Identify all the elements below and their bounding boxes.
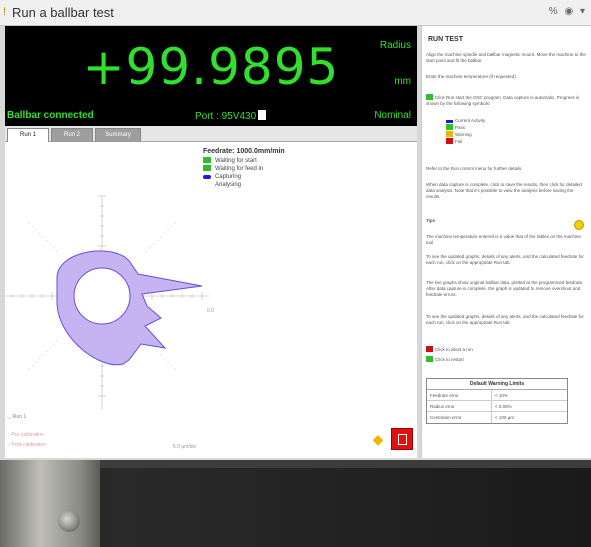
panel-paragraph: To see the updated graphs, details of an…	[426, 314, 584, 325]
fail-icon	[446, 138, 453, 144]
legend-item-label: Analysing	[215, 182, 242, 188]
current-activity-icon	[446, 120, 453, 123]
symbol-row: Fail	[446, 138, 566, 145]
error-trace-inner	[73, 267, 131, 325]
limit-value: < 100 µm	[495, 415, 514, 420]
post-calibration-legend[interactable]: ○ Post-calibration	[7, 442, 46, 448]
readout-mode-label: Radius	[379, 40, 411, 51]
machine-post	[0, 460, 100, 547]
symbol-row: Warning	[446, 131, 566, 138]
tips-heading: Tips	[426, 218, 436, 223]
capturing-icon	[203, 175, 211, 179]
panel-paragraph: The live graphs show original ballbar da…	[426, 280, 584, 297]
radius-readout: +99.9895	[82, 38, 340, 96]
limit-name: Centration error	[430, 415, 462, 420]
run-legend[interactable]: ◡ Run 1	[7, 414, 26, 420]
scale-label: 5.0 µm/div	[173, 444, 197, 450]
panel-title: RUN TEST	[428, 36, 463, 43]
restart-icon	[426, 356, 433, 362]
legend-item: Capturing	[203, 173, 323, 181]
window-title: Run a ballbar test	[12, 5, 114, 20]
symbol-label: Current Activity	[455, 118, 486, 123]
warning-icon: !	[3, 6, 7, 18]
symbol-label: Warning	[455, 132, 472, 137]
table-row: Centration error < 100 µm	[427, 412, 567, 423]
diagonal-gridline	[25, 339, 59, 373]
title-bar: ! Run a ballbar test % ◉ ▾	[0, 0, 591, 26]
warning-limits-table: Default Warning Limits Feedrate error < 1…	[426, 378, 568, 424]
diagonal-gridline	[145, 219, 179, 253]
panel-paragraph: The machine temperature entered is a val…	[426, 234, 581, 245]
stop-icon	[426, 346, 433, 352]
legend-item-label: Capturing	[215, 174, 242, 180]
help-panel: RUN TEST Align the machine spindle and b…	[421, 26, 591, 458]
table-row: Feedrate error < 10%	[427, 390, 567, 401]
monitor-bezel-photo	[0, 460, 591, 547]
port-label: Port : 95V430	[195, 111, 257, 122]
pre-calibration-legend[interactable]: ○ Pre-calibration	[7, 432, 44, 438]
run-legend-label: Run 1	[12, 414, 27, 420]
limits-title: Default Warning Limits	[427, 379, 567, 390]
abort-text: Click to abort a run	[435, 347, 473, 352]
panel-paragraph: Align the machine spindle and ballbar ma…	[426, 52, 586, 63]
legend-item: Waiting for feed in	[203, 165, 323, 173]
title-bar-controls: % ◉ ▾	[545, 6, 585, 17]
limit-name: Radius error	[430, 404, 455, 409]
legend-item-label: Waiting for start	[215, 158, 257, 164]
symbol-label: Pass	[455, 125, 466, 130]
screw-head	[58, 510, 80, 532]
panel-paragraph: Click Run start the CNC program. Data ca…	[426, 94, 586, 107]
port-indicator	[258, 110, 267, 120]
diagonal-gridline	[25, 219, 59, 253]
play-icon[interactable]: ◆	[369, 430, 387, 448]
panel-paragraph: Refer to the Run control menu for furthe…	[426, 166, 523, 171]
connection-status: Ballbar connected	[7, 110, 94, 121]
readout-unit-label: mm	[394, 76, 411, 87]
legend-item: Waiting for start	[203, 157, 323, 165]
run-icon	[426, 94, 433, 100]
svg-text:0.0: 0.0	[207, 308, 214, 314]
chevron-down-icon[interactable]: ▾	[580, 6, 585, 17]
post-calibration-label: Post-calibration	[11, 442, 46, 448]
status-green-icon	[203, 157, 211, 163]
panel-paragraph: When data capture is complete, click to …	[426, 182, 582, 199]
lightbulb-icon	[574, 220, 584, 230]
stop-button[interactable]	[391, 428, 413, 450]
panel-paragraph: Enter the machine temperature (if reques…	[426, 74, 518, 79]
warning-icon	[446, 131, 453, 137]
pre-calibration-label: Pre-calibration	[11, 432, 44, 438]
symbol-row: Pass	[446, 124, 566, 131]
percent-icon[interactable]: %	[549, 6, 558, 17]
table-row: Radius error < 0.05%	[427, 401, 567, 412]
feedrate-label: Feedrate: 1000.0mm/min	[203, 148, 285, 155]
panel-paragraph-text: Click Run start the CNC program. Data ca…	[426, 95, 580, 106]
pass-icon	[446, 124, 453, 130]
status-legend: Feedrate: 1000.0mm/min Waiting for start…	[203, 148, 323, 189]
port-status: Port : 95V430	[195, 110, 267, 122]
panel-paragraph: To see the updated graphs, details of an…	[426, 254, 584, 265]
symbol-label: Fail	[455, 139, 463, 144]
plot-area: Run 1 Run 2 Summary 0.0 Feedrate: 1000.0…	[5, 126, 417, 458]
legend-item-label: Waiting for feed in	[215, 166, 264, 172]
restart-instruction: Click to restart	[426, 356, 586, 363]
status-green-icon	[203, 165, 211, 171]
globe-icon[interactable]: ◉	[564, 6, 573, 17]
reference-label: Nominal	[374, 110, 411, 121]
limit-value: < 0.05%	[495, 404, 512, 409]
stop-icon	[398, 434, 407, 445]
restart-text: Click to restart	[435, 357, 464, 362]
limit-name: Feedrate error	[430, 393, 459, 398]
progress-symbols: Current Activity Pass Warning Fail	[446, 118, 566, 145]
abort-instruction: Click to abort a run	[426, 346, 586, 353]
readout-display: +99.9895 Radius mm Ballbar connected Por…	[5, 26, 417, 126]
limit-value: < 10%	[495, 393, 508, 398]
legend-item: Analysing	[203, 181, 323, 189]
